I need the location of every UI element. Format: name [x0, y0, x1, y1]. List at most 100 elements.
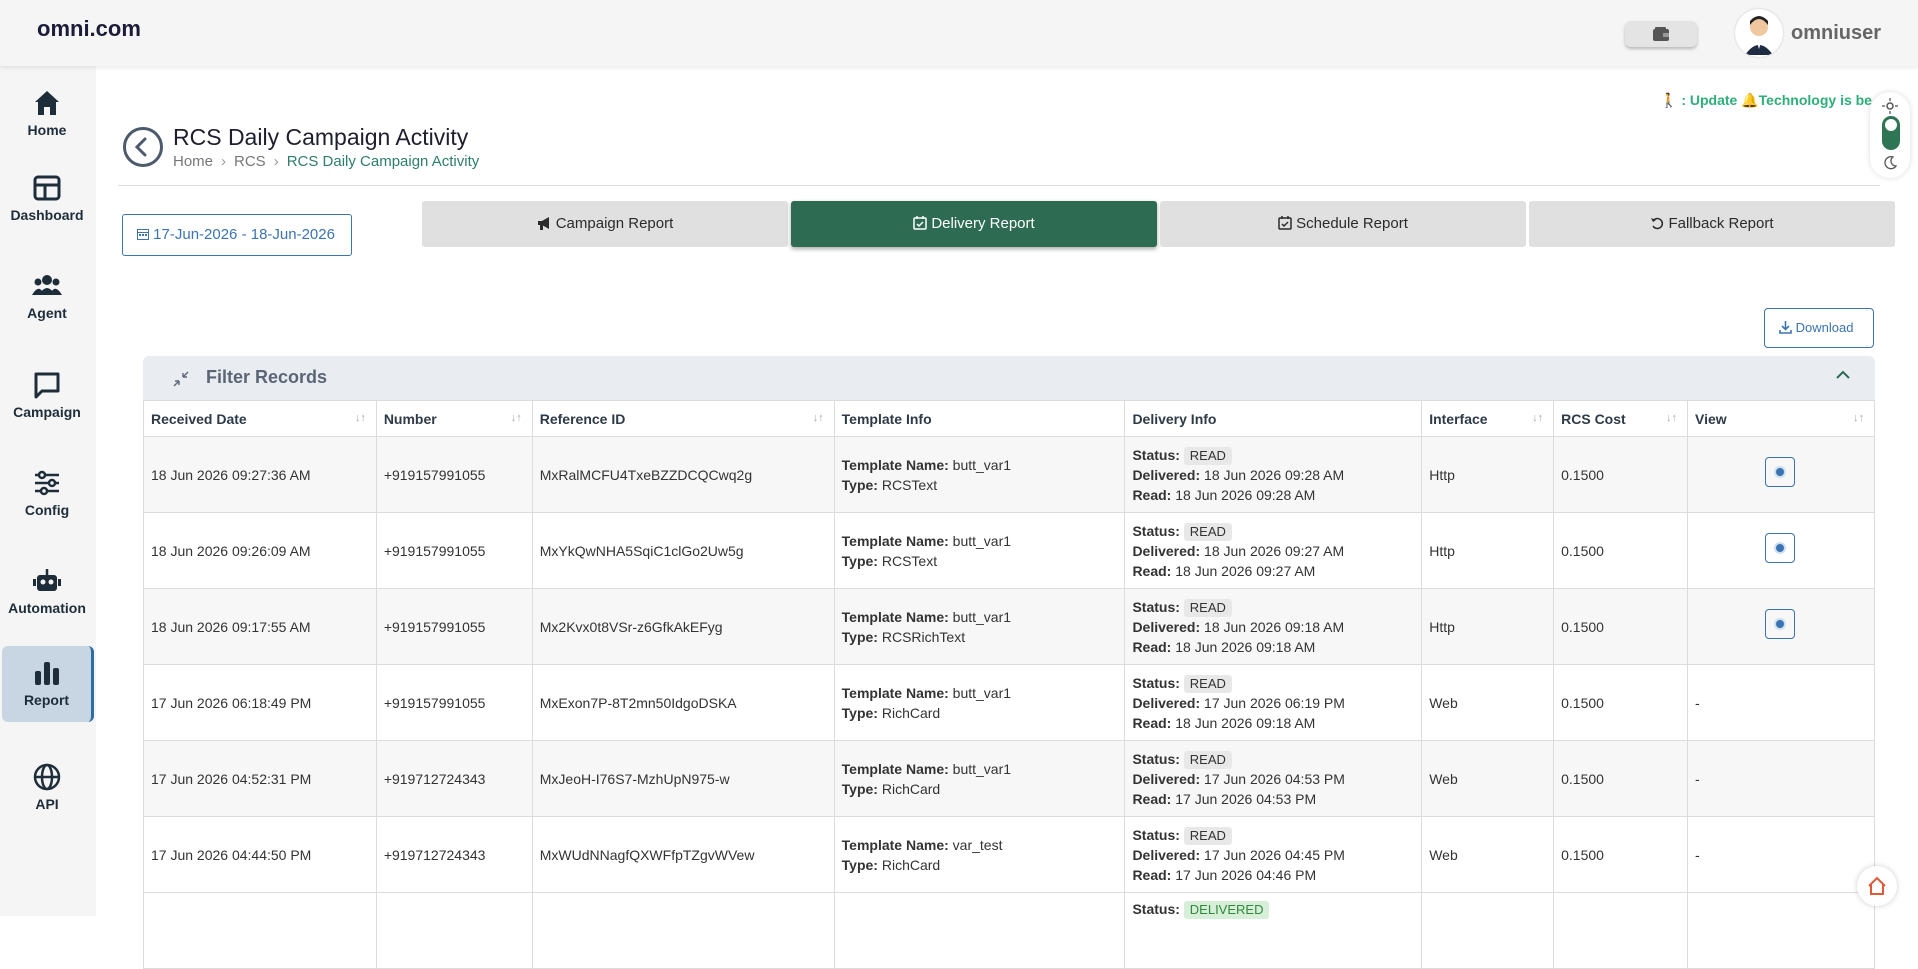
tab-campaign-report[interactable]: Campaign Report [422, 201, 788, 247]
template-info-cell: Template Name: butt_var1 Type: RichCard [833, 664, 1126, 741]
avatar[interactable] [1735, 9, 1783, 57]
template-info-cell: Template Name: butt_var1 Type: RCSText [833, 436, 1126, 513]
sidebar-item-report[interactable]: Report [2, 646, 94, 722]
sidebar-item-label: Config [24, 502, 70, 518]
interface-cell: Http [1421, 512, 1555, 589]
sidebar-item-label: API [35, 796, 59, 812]
bar-chart-icon [34, 662, 59, 685]
template-info-cell: Template Name: butt_var1 Type: RCSText [833, 512, 1126, 589]
table-row: 18 Jun 2026 09:27:36 AM +919157991055 MxRa… [143, 436, 1875, 513]
brand-logo[interactable]: omni.com [37, 16, 141, 42]
tab-schedule-report[interactable]: Schedule Report [1160, 201, 1526, 247]
view-button[interactable] [1765, 533, 1796, 563]
sidebar-item-label: Report [23, 692, 70, 708]
status-badge: READ [1183, 750, 1232, 769]
sidebar-item-home[interactable]: Home [0, 76, 94, 152]
calendar-check-icon [1278, 216, 1292, 230]
sidebar-item-api[interactable]: API [0, 750, 94, 826]
chevron-left-icon [134, 137, 147, 157]
tab-fallback-report[interactable]: Fallback Report [1529, 201, 1895, 247]
rcs-cost-cell: 0.1500 [1553, 588, 1689, 665]
status-badge: READ [1183, 598, 1232, 617]
sidebar-item-config[interactable]: Config [0, 456, 94, 532]
sidebar-item-label: Automation [8, 600, 86, 616]
divider [118, 185, 1880, 186]
column-header-rcs-cost[interactable]: RCS Cost ↓↑ [1553, 400, 1689, 437]
view-button[interactable] [1765, 457, 1796, 487]
view-cell: - [1687, 816, 1875, 893]
column-header-interface[interactable]: Interface ↓↑ [1421, 400, 1555, 437]
table-row: 17 Jun 2026 04:52:31 PM +919712724343 MxJe… [143, 740, 1875, 817]
tab-delivery-report[interactable]: Delivery Report [791, 201, 1157, 247]
chevron-up-icon[interactable] [1835, 370, 1851, 380]
sidebar-item-campaign[interactable]: Campaign [0, 358, 94, 434]
received-date-cell: 18 Jun 2026 09:27:36 AM [143, 436, 377, 513]
interface-cell: Web [1421, 664, 1555, 741]
interface-cell: Web [1421, 816, 1555, 893]
username[interactable]: omniuser [1791, 22, 1881, 45]
page-title: RCS Daily Campaign Activity [173, 124, 469, 150]
delivery-info-cell: Status: READ Delivered: 17 Jun 2026 06:19… [1124, 664, 1423, 741]
moon-icon [1884, 156, 1897, 170]
theme-toggle[interactable] [1882, 116, 1900, 150]
received-date-cell: 18 Jun 2026 09:26:09 AM [143, 512, 377, 589]
column-header-reference-id[interactable]: Reference ID ↓↑ [531, 400, 835, 437]
undo-icon [1651, 217, 1664, 230]
bell-icon: 🔔 [1741, 92, 1759, 108]
sort-icon: ↓↑ [510, 412, 522, 424]
view-cell [1687, 588, 1875, 665]
home-icon [35, 91, 59, 115]
received-date-cell: 17 Jun 2026 06:18:49 PM [143, 664, 377, 741]
top-bar: omni.com omniuser [0, 0, 1918, 66]
date-range-picker[interactable]: 17-Jun-2026 - 18-Jun-2026 [122, 214, 352, 256]
delivery-info-cell: Status: READ Delivered: 17 Jun 2026 04:53… [1124, 740, 1423, 817]
download-icon [1779, 321, 1792, 334]
sidebar-item-dashboard[interactable]: Dashboard [0, 161, 94, 237]
breadcrumb-rcs[interactable]: RCS [234, 153, 266, 170]
sidebar-item-label: Dashboard [10, 207, 84, 223]
rcs-cost-cell: 0.1500 [1553, 816, 1689, 893]
reference-id-cell: MxExon7P-8T2mn50IdgoDSKA [531, 664, 835, 741]
sidebar-item-automation[interactable]: Automation [0, 554, 94, 630]
rcs-cost-cell: 0.1500 [1553, 740, 1689, 817]
theme-switcher[interactable] [1870, 92, 1910, 178]
download-button[interactable]: Download [1764, 308, 1874, 348]
column-header-view[interactable]: View ↓↑ [1687, 400, 1875, 437]
status-badge: READ [1183, 826, 1232, 845]
reference-id-cell: MxJeoH-I76S7-MzhUpN975-w [531, 740, 835, 817]
sort-icon: ↓↑ [354, 412, 366, 424]
status-badge: DELIVERED [1183, 901, 1270, 919]
reference-id-cell: Mx2Kvx0t8VSr-z6GfkAkEFyg [531, 588, 835, 665]
status-badge: READ [1183, 446, 1232, 465]
reference-id-cell: MxWUdNNagfQXWFfpTZgvWVew [531, 816, 835, 893]
home-fab-button[interactable] [1857, 866, 1897, 906]
number-cell: +919712724343 [375, 740, 533, 817]
reference-id-cell: MxYkQwNHA5SqiC1clGo2Uw5g [531, 512, 835, 589]
view-cell [1687, 512, 1875, 589]
view-cell: - [1687, 740, 1875, 817]
table-row: Status: DELIVERED [143, 892, 1875, 969]
number-cell: +919157991055 [375, 664, 533, 741]
users-icon [32, 275, 62, 295]
wallet-button[interactable] [1625, 21, 1697, 47]
table-header-row: Received Date ↓↑ Number ↓↑ Reference ID ↓↑ … [143, 400, 1875, 437]
sort-icon: ↓↑ [1532, 412, 1544, 424]
view-cell [1687, 436, 1875, 513]
back-button[interactable] [123, 127, 163, 167]
interface-cell: Web [1421, 740, 1555, 817]
filter-panel[interactable]: Filter Records [143, 356, 1875, 400]
globe-icon [33, 763, 61, 791]
rcs-cost-cell: 0.1500 [1553, 436, 1689, 513]
dashboard-icon [33, 175, 61, 201]
sort-icon: ↓↑ [1853, 412, 1864, 424]
sidebar-item-agent[interactable]: Agent [0, 259, 94, 335]
template-info-cell: Template Name: butt_var1 Type: RCSRichTex… [833, 588, 1126, 665]
column-header-received-date[interactable]: Received Date ↓↑ [143, 400, 377, 437]
number-cell: +919712724343 [375, 816, 533, 893]
breadcrumb-home[interactable]: Home [173, 153, 213, 170]
compress-icon [173, 371, 189, 387]
delivery-info-cell: Status: READ Delivered: 18 Jun 2026 09:27… [1124, 512, 1423, 589]
breadcrumb: Home › RCS › RCS Daily Campaign Activity [173, 153, 479, 170]
column-header-number[interactable]: Number ↓↑ [375, 400, 533, 437]
view-button[interactable] [1765, 609, 1796, 639]
